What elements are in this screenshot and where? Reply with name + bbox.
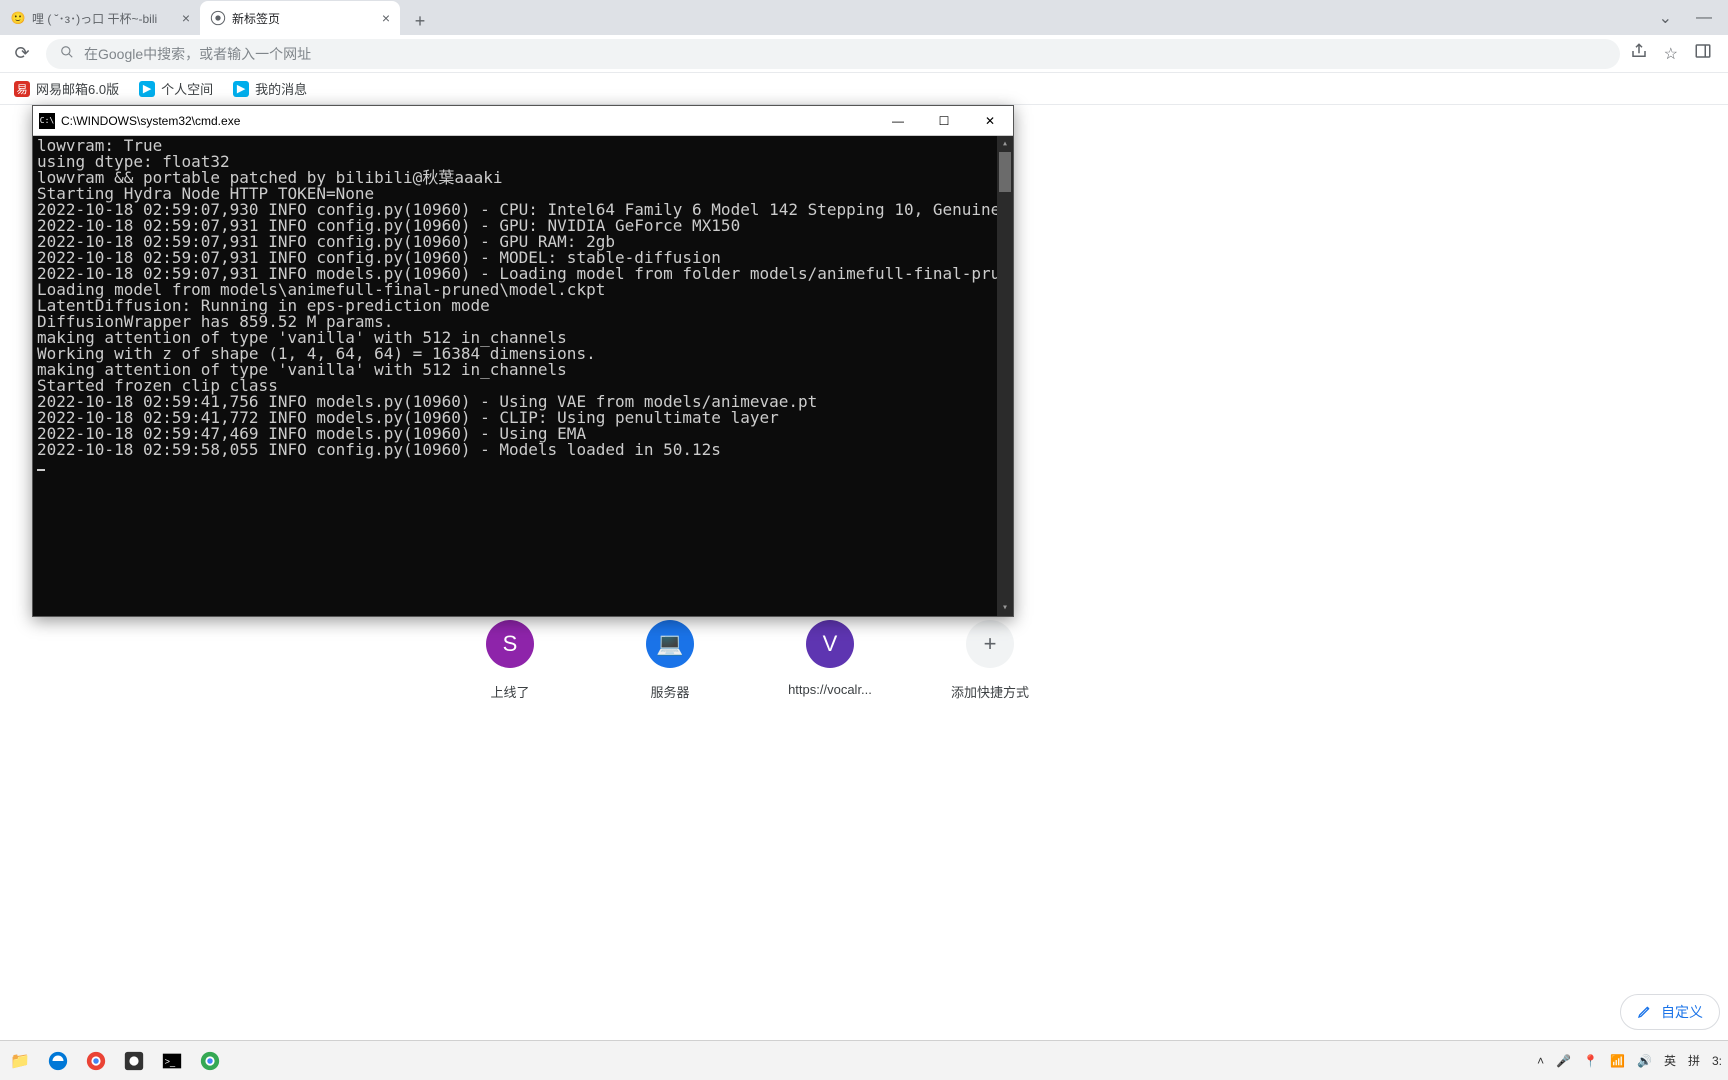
cmd-output[interactable]: lowvram: True using dtype: float32 lowvr… (33, 136, 1013, 616)
shortcut-label: 上线了 (490, 682, 529, 701)
clock[interactable]: 3: (1712, 1054, 1722, 1068)
cmd-titlebar[interactable]: C:\ C:\WINDOWS\system32\cmd.exe — ☐ ✕ (33, 106, 1013, 136)
cmd-title: C:\WINDOWS\system32\cmd.exe (61, 114, 240, 128)
bookmark-label: 我的消息 (255, 79, 307, 98)
bookmark-label: 个人空间 (161, 79, 213, 98)
shortcut-icon: V (806, 620, 854, 668)
netease-mail-icon: 易 (14, 81, 30, 97)
bilibili-icon: ▶ (233, 81, 249, 97)
scrollbar[interactable]: ▴ ▾ (997, 136, 1013, 616)
search-icon (60, 45, 74, 62)
minimize-button[interactable]: — (875, 106, 921, 136)
close-tab-icon[interactable]: × (182, 10, 190, 26)
wifi-icon[interactable]: 📶 (1610, 1054, 1625, 1068)
scroll-up-arrow[interactable]: ▴ (997, 136, 1013, 152)
tab-title: 哩 ( ˘･з･)っ口 干杯~-bili (32, 10, 157, 27)
shortcut-icon: 💻 (646, 620, 694, 668)
bookmark-item-1[interactable]: ▶ 个人空间 (139, 79, 213, 98)
chrome-icon-2[interactable] (196, 1047, 224, 1075)
minimize-icon[interactable]: — (1696, 9, 1712, 27)
volume-icon[interactable]: 🔊 (1637, 1054, 1652, 1068)
customize-chrome-button[interactable]: 自定义 (1620, 994, 1720, 1030)
cmd-taskbar-icon[interactable]: >_ (158, 1047, 186, 1075)
cmd-window: C:\ C:\WINDOWS\system32\cmd.exe — ☐ ✕ lo… (32, 105, 1014, 617)
bookmark-label: 网易邮箱6.0版 (36, 79, 119, 98)
microphone-icon[interactable]: 🎤 (1556, 1054, 1571, 1068)
ime-mode[interactable]: 拼 (1688, 1052, 1700, 1069)
chrome-icon[interactable] (82, 1047, 110, 1075)
side-panel-icon[interactable] (1694, 42, 1712, 65)
shortcut-label: https://vocalr... (788, 682, 872, 697)
shortcut-label: 服务器 (650, 682, 689, 701)
file-explorer-icon[interactable]: 📁 (6, 1047, 34, 1075)
shortcut-0[interactable]: S 上线了 (460, 620, 560, 701)
reload-button[interactable]: ⟳ (8, 43, 36, 64)
share-icon[interactable] (1630, 42, 1648, 65)
close-button[interactable]: ✕ (967, 106, 1013, 136)
cmd-icon: C:\ (39, 113, 55, 129)
chrome-favicon (210, 10, 226, 26)
omnibox-placeholder: 在Google中搜索，或者输入一个网址 (84, 44, 311, 64)
shortcut-2[interactable]: V https://vocalr... (780, 620, 880, 701)
scroll-down-arrow[interactable]: ▾ (997, 600, 1013, 616)
bilibili-favicon: 🙂 (10, 10, 26, 26)
chevron-down-icon[interactable]: ⌄ (1659, 8, 1672, 28)
customize-label: 自定义 (1661, 1002, 1703, 1022)
shortcut-add[interactable]: + 添加快捷方式 (940, 620, 1040, 701)
text-cursor (37, 469, 45, 471)
shortcut-icon: S (486, 620, 534, 668)
browser-tab-1[interactable]: 新标签页 × (200, 1, 400, 35)
plus-icon: + (966, 620, 1014, 668)
new-tab-button[interactable]: + (406, 7, 434, 35)
ime-language[interactable]: 英 (1664, 1052, 1676, 1069)
omnibox[interactable]: 在Google中搜索，或者输入一个网址 (46, 39, 1620, 69)
ntp-shortcuts: S 上线了 💻 服务器 V https://vocalr... + 添加快捷方式 (460, 620, 1040, 701)
bookmark-star-icon[interactable]: ☆ (1664, 44, 1678, 64)
edge-icon[interactable] (44, 1047, 72, 1075)
svg-text:>_: >_ (165, 1056, 176, 1066)
close-tab-icon[interactable]: × (382, 10, 390, 26)
bilibili-icon: ▶ (139, 81, 155, 97)
shortcut-label: 添加快捷方式 (951, 682, 1029, 701)
browser-window-controls: ⌄ — (1659, 0, 1724, 35)
system-tray: ˄ 🎤 📍 📶 🔊 英 拼 3: (1537, 1052, 1722, 1069)
address-bar: ⟳ 在Google中搜索，或者输入一个网址 ☆ (0, 35, 1728, 73)
browser-tab-0[interactable]: 🙂 哩 ( ˘･з･)っ口 干杯~-bili × (0, 1, 200, 35)
tray-expand-icon[interactable]: ˄ (1537, 1054, 1544, 1068)
tab-strip: 🙂 哩 ( ˘･з･)っ口 干杯~-bili × 新标签页 × + ⌄ — (0, 0, 1728, 35)
maximize-button[interactable]: ☐ (921, 106, 967, 136)
bookmarks-bar: 易 网易邮箱6.0版 ▶ 个人空间 ▶ 我的消息 (0, 73, 1728, 105)
scrollbar-thumb[interactable] (999, 152, 1011, 192)
pencil-icon (1637, 1003, 1653, 1022)
shortcut-1[interactable]: 💻 服务器 (620, 620, 720, 701)
app-icon[interactable] (120, 1047, 148, 1075)
tab-title: 新标签页 (232, 10, 280, 27)
bookmark-item-0[interactable]: 易 网易邮箱6.0版 (14, 79, 119, 98)
location-icon[interactable]: 📍 (1583, 1054, 1598, 1068)
windows-taskbar: 📁 >_ ˄ 🎤 📍 📶 🔊 英 拼 3: (0, 1040, 1728, 1080)
bookmark-item-2[interactable]: ▶ 我的消息 (233, 79, 307, 98)
